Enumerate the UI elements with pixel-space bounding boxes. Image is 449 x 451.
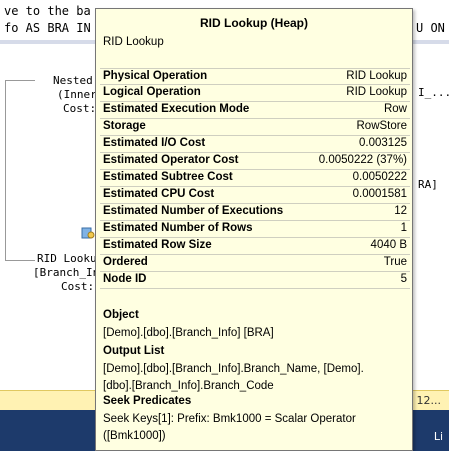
property-label: Physical Operation [103, 70, 208, 82]
property-value: 0.003125 [359, 137, 407, 149]
property-label: Estimated Number of Executions [103, 205, 284, 217]
property-row: Estimated CPU Cost 0.0001581 [100, 187, 410, 204]
nested-loops-type: (Inner [57, 88, 97, 101]
property-label: Estimated Subtree Cost [103, 171, 233, 183]
rid-lookup-object: [Branch_In [33, 266, 100, 279]
property-label: Node ID [103, 273, 147, 285]
property-row: Estimated Number of Executions 12 [100, 204, 410, 221]
property-row: Estimated Subtree Cost 0.0050222 [100, 170, 410, 187]
property-label: Ordered [103, 256, 148, 268]
plan-text-fragment: I_... [418, 86, 449, 99]
property-row: Estimated Operator Cost 0.0050222 (37%) [100, 153, 410, 170]
seek-predicates-heading: Seek Predicates [103, 395, 192, 407]
property-value: RowStore [356, 120, 408, 132]
property-label: Logical Operation [103, 86, 201, 98]
code-line: fo AS BRA IN [4, 21, 91, 35]
output-list-body: [Demo].[dbo].[Branch_Info].Branch_Name, … [103, 361, 403, 395]
tooltip-subtitle: RID Lookup [103, 36, 164, 48]
rid-lookup-cost: Cost: [61, 280, 95, 293]
code-line: ve to the ba [4, 4, 91, 18]
property-value: True [383, 256, 407, 268]
object-value: [Demo].[dbo].[Branch_Info] [BRA] [103, 327, 274, 339]
property-value: 1 [400, 222, 407, 234]
property-value: RID Lookup [346, 70, 407, 82]
properties-table: Physical Operation RID Lookup Logical Ope… [100, 68, 410, 289]
property-value: 0.0001581 [352, 188, 407, 200]
property-label: Estimated CPU Cost [103, 188, 215, 200]
property-row: Estimated Number of Rows 1 [100, 221, 410, 238]
property-label: Estimated Row Size [103, 239, 212, 251]
property-row: Storage RowStore [100, 119, 410, 136]
plan-connector [5, 80, 6, 260]
property-row: Node ID 5 [100, 272, 410, 289]
property-value: RID Lookup [346, 86, 407, 98]
property-row: Ordered True [100, 255, 410, 272]
seek-predicates-section: Seek Predicates Seek Keys[1]: Prefix: Bm… [103, 393, 403, 445]
nested-loops-label: Nested [53, 74, 93, 87]
rid-lookup-label: RID Lookup [37, 252, 104, 265]
property-row: Logical Operation RID Lookup [100, 85, 410, 102]
code-line-tail: U ON [416, 21, 445, 35]
seek-predicates-body: Seek Keys[1]: Prefix: Bmk1000 = Scalar O… [103, 411, 403, 445]
property-row: Physical Operation RID Lookup [100, 68, 410, 85]
output-list-heading: Output List [103, 345, 165, 357]
rid-lookup-icon[interactable] [81, 226, 95, 240]
seek-predicates-line: ([Bmk1000]) [103, 430, 166, 442]
property-row: Estimated I/O Cost 0.003125 [100, 136, 410, 153]
property-label: Estimated Execution Mode [103, 103, 250, 115]
plan-connector [5, 260, 35, 261]
status-text: 12... [416, 394, 442, 407]
property-value: 12 [394, 205, 407, 217]
output-list-section: Output List [Demo].[dbo].[Branch_Info].B… [103, 343, 403, 395]
property-label: Storage [103, 120, 146, 132]
property-value: 0.0050222 (37%) [318, 154, 407, 166]
property-row: Estimated Execution Mode Row [100, 102, 410, 119]
taskbar-text: Li [433, 430, 443, 443]
plan-text-fragment: RA] [418, 178, 438, 191]
nested-loops-cost: Cost: [63, 102, 97, 115]
operator-tooltip: RID Lookup (Heap) RID Lookup Physical Op… [95, 8, 413, 451]
output-list-line: [Demo].[dbo].[Branch_Info].Branch_Name, … [103, 363, 364, 375]
property-value: Row [383, 103, 407, 115]
property-label: Estimated I/O Cost [103, 137, 206, 149]
property-row: Estimated Row Size 4040 B [100, 238, 410, 255]
seek-predicates-line: Seek Keys[1]: Prefix: Bmk1000 = Scalar O… [103, 413, 356, 425]
tooltip-title: RID Lookup (Heap) [200, 16, 308, 30]
property-label: Estimated Operator Cost [103, 154, 239, 166]
property-value: 0.0050222 [352, 171, 407, 183]
object-heading: Object [103, 309, 139, 321]
object-section: Object [Demo].[dbo].[Branch_Info] [BRA] [103, 307, 403, 342]
property-value: 4040 B [370, 239, 407, 251]
plan-connector [5, 80, 35, 81]
property-label: Estimated Number of Rows [103, 222, 253, 234]
property-value: 5 [400, 273, 407, 285]
